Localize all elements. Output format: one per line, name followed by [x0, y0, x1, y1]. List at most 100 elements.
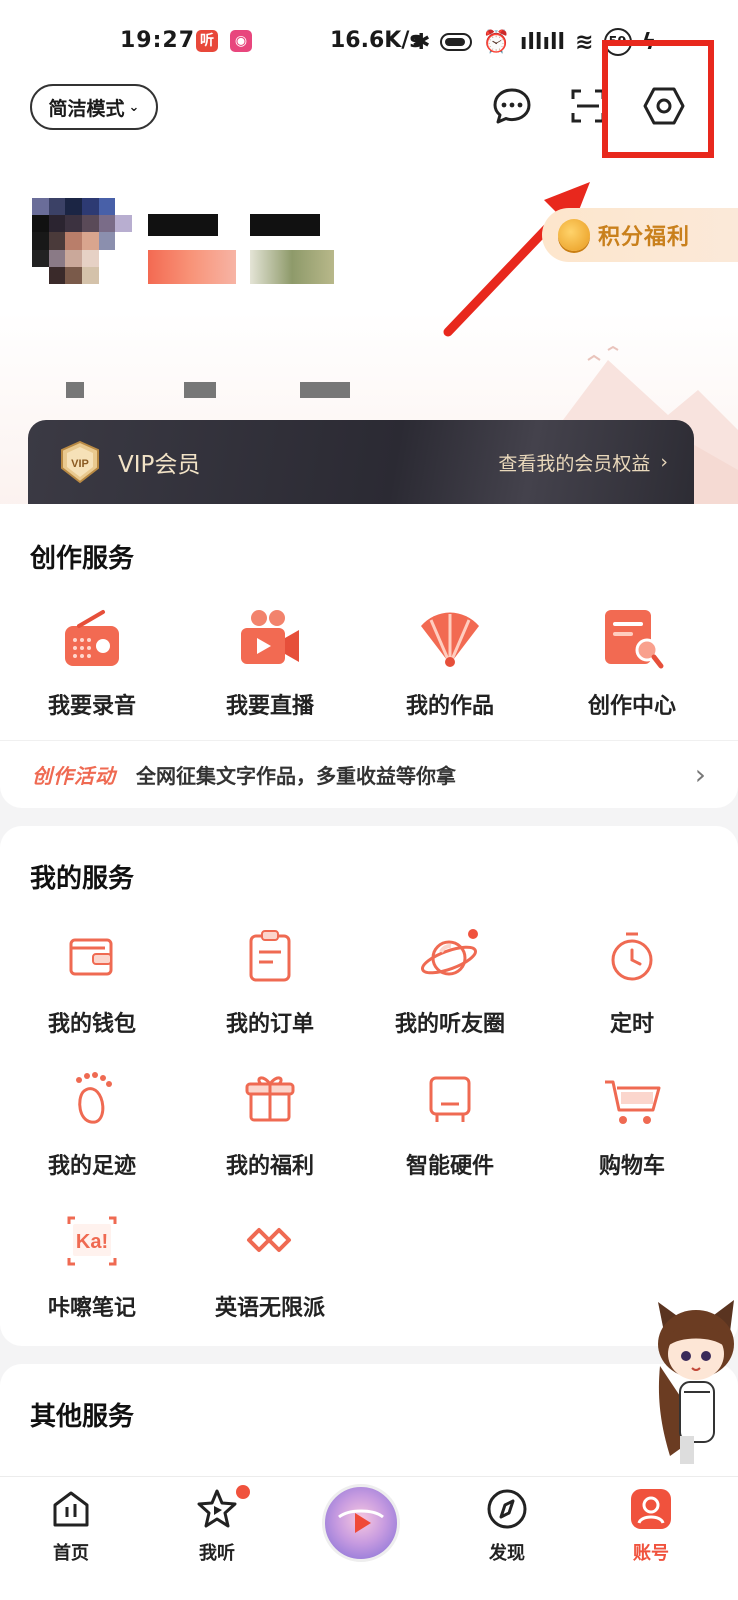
shopping-cart-button[interactable]: 购物车 [540, 1064, 724, 1180]
points-welfare-label: 积分福利 [598, 225, 691, 250]
wifi-icon: ≋ [575, 29, 594, 55]
nav-account[interactable]: 账号 [596, 1487, 706, 1565]
footprint-icon [76, 1072, 112, 1124]
wallet-icon [69, 938, 113, 976]
username-redacted-2 [250, 214, 320, 236]
creation-activity-banner[interactable]: 创作活动 全网征集文字作品，多重收益等你拿 › [0, 740, 738, 808]
orders-label: 我的订单 [225, 1012, 314, 1037]
simple-mode-label: 简洁模式 [48, 97, 125, 120]
gift-icon [245, 1076, 295, 1122]
ka-note-icon: Ka! [67, 1216, 117, 1266]
settings-highlight-box [602, 40, 714, 158]
footprint-label: 我的足迹 [47, 1154, 136, 1179]
live-stream-label: 我要直播 [225, 694, 314, 719]
creation-activity-tag: 创作活动 [32, 764, 116, 788]
account-screen: 19:27 听 ◉ 16.6K/s ✱ ⏰ ıllıll ≋ 59 ϟ 简洁模式… [0, 0, 738, 1600]
creation-services-card: 创作服务 我要录音 我要直播 我的作品 创作中心 创作活动 全网征集文字作品，多… [0, 504, 738, 808]
shopping-cart-icon [605, 1080, 661, 1124]
radio-icon [65, 610, 119, 666]
vip-member-label: VIP会员 [118, 452, 201, 478]
home-icon [53, 1491, 89, 1527]
my-works-label: 我的作品 [405, 694, 494, 719]
svg-text:VIP: VIP [71, 458, 89, 470]
my-services-card: 我的服务 我的钱包 我的订单 我的听友圈 定时 我的足迹 我的福利 智能硬件 购… [0, 826, 738, 1346]
mascot-character-icon[interactable] [650, 1296, 738, 1466]
other-services-title: 其他服务 [30, 1402, 135, 1432]
chat-bubble-icon[interactable] [490, 84, 534, 128]
svg-text:Ka!: Ka! [76, 1231, 108, 1253]
orders-button[interactable]: 我的订单 [178, 922, 362, 1038]
stat-value-redacted [184, 382, 216, 398]
nav-listening-label: 我听 [199, 1543, 235, 1564]
creation-services-title: 创作服务 [30, 544, 135, 574]
listener-circle-label: 我的听友圈 [394, 1012, 505, 1037]
video-camera-icon [241, 610, 299, 664]
nav-account-label: 账号 [633, 1543, 669, 1564]
view-benefits-label: 查看我的会员权益 [498, 452, 651, 475]
order-clipboard-icon [249, 930, 291, 982]
welfare-label: 我的福利 [225, 1154, 314, 1179]
smart-hardware-label: 智能硬件 [405, 1154, 494, 1179]
timer-label: 定时 [609, 1012, 654, 1037]
simple-mode-button[interactable]: 简洁模式 ⌄ [30, 84, 158, 130]
record-audio-button[interactable]: 我要录音 [0, 604, 184, 720]
timer-button[interactable]: 定时 [540, 922, 724, 1038]
stat-value-redacted [66, 382, 84, 398]
listener-circle-button[interactable]: 我的听友圈 [358, 922, 542, 1038]
notification-dot [236, 1485, 250, 1499]
now-playing-disc[interactable] [322, 1484, 400, 1562]
network-speed: 16.6K/s [330, 28, 423, 53]
chevron-right-icon: › [694, 758, 706, 791]
nav-home[interactable]: 首页 [16, 1487, 126, 1565]
vip-tag-redacted [148, 250, 236, 284]
ting-app-icon: 听 [196, 30, 218, 52]
planet-icon [421, 929, 478, 976]
star-icon [197, 1489, 237, 1528]
infinity-icon [247, 1228, 291, 1252]
nav-home-label: 首页 [53, 1543, 89, 1564]
creator-center-label: 创作中心 [587, 694, 676, 719]
my-services-title: 我的服务 [30, 864, 135, 894]
wallet-button[interactable]: 我的钱包 [0, 922, 184, 1038]
kacha-notes-label: 咔嚓笔记 [47, 1296, 136, 1321]
kacha-notes-button[interactable]: Ka! 咔嚓笔记 [0, 1206, 184, 1322]
app-notification-icon: ◉ [230, 30, 252, 52]
live-stream-button[interactable]: 我要直播 [178, 604, 362, 720]
level-tag-redacted [250, 250, 334, 284]
avatar[interactable] [32, 198, 132, 284]
record-audio-label: 我要录音 [47, 694, 136, 719]
alarm-icon: ⏰ [482, 29, 510, 55]
wallet-label: 我的钱包 [47, 1012, 136, 1037]
fan-icon [421, 612, 479, 667]
welfare-button[interactable]: 我的福利 [178, 1064, 362, 1180]
creation-activity-text: 全网征集文字作品，多重收益等你拿 [136, 764, 456, 788]
smart-hardware-button[interactable]: 智能硬件 [358, 1064, 542, 1180]
signal-icon: ıllıll [519, 29, 566, 55]
chevron-down-icon: ⌄ [128, 99, 140, 115]
stat-value-redacted [300, 382, 350, 398]
chevron-right-icon: › [660, 451, 668, 473]
footprint-button[interactable]: 我的足迹 [0, 1064, 184, 1180]
timer-icon [611, 932, 653, 981]
bluetooth-icon: ✱ [412, 29, 431, 55]
compass-icon [487, 1489, 527, 1529]
nav-listening[interactable]: 我听 [162, 1485, 272, 1565]
english-unlimited-button[interactable]: 英语无限派 [178, 1206, 362, 1322]
my-works-button[interactable]: 我的作品 [358, 604, 542, 720]
view-benefits-link[interactable]: 查看我的会员权益 › [498, 449, 668, 476]
points-welfare-button[interactable]: 积分福利 [542, 208, 738, 262]
play-icon [338, 1509, 384, 1533]
shopping-cart-label: 购物车 [598, 1154, 665, 1179]
vip-member-bar[interactable]: VIP VIP会员 查看我的会员权益 › [28, 420, 694, 504]
nav-discover[interactable]: 发现 [452, 1487, 562, 1565]
nav-discover-label: 发现 [489, 1543, 525, 1564]
smart-device-icon [429, 1076, 471, 1122]
english-unlimited-label: 英语无限派 [214, 1296, 325, 1321]
account-icon [631, 1489, 671, 1529]
username-redacted [148, 214, 218, 236]
toggle-pill-icon [440, 33, 473, 51]
status-time: 19:27 [120, 28, 196, 53]
vip-badge-icon: VIP [61, 440, 99, 484]
coin-icon [558, 219, 590, 251]
creator-center-button[interactable]: 创作中心 [540, 604, 724, 720]
